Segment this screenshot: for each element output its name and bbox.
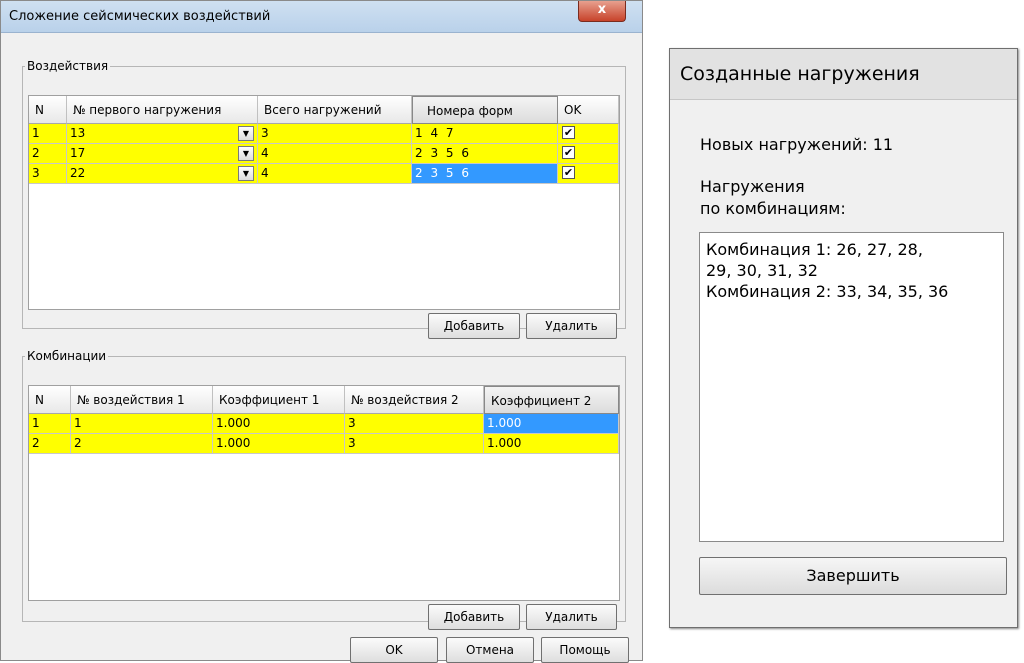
cell-first-load[interactable]: 22 ▼ xyxy=(67,164,258,183)
cell-first-load[interactable]: 13 ▼ xyxy=(67,124,258,143)
cell-n: 3 xyxy=(29,164,67,183)
impacts-row[interactable]: 2 17 ▼ 4 2 3 5 6 ✔ xyxy=(29,144,619,164)
comb-header-n[interactable]: N xyxy=(29,386,71,414)
combinations-row[interactable]: 1 1 1.000 3 1.000 xyxy=(29,414,619,434)
first-load-value: 17 xyxy=(70,146,86,160)
help-button[interactable]: Помощь xyxy=(541,637,629,663)
cell-coef2-selected[interactable]: 1.000 xyxy=(484,414,619,433)
comb-header-impact2[interactable]: № воздействия 2 xyxy=(345,386,484,414)
ok-checkbox[interactable]: ✔ xyxy=(562,166,575,179)
impacts-table: N № первого нагружения Всего нагружений … xyxy=(28,95,620,310)
cell-n: 1 xyxy=(29,414,71,433)
combinations-delete-button[interactable]: Удалить xyxy=(526,604,617,630)
cell-coef2[interactable]: 1.000 xyxy=(484,434,619,453)
cell-form-numbers[interactable]: 1 4 7 xyxy=(412,124,558,143)
cell-ok[interactable]: ✔ xyxy=(558,164,619,183)
impacts-header-first-load[interactable]: № первого нагружения xyxy=(67,96,258,124)
dropdown-arrow-icon[interactable]: ▼ xyxy=(238,146,254,161)
combinations-group: Комбинации N № воздействия 1 Коэффициент… xyxy=(22,349,626,630)
cell-n: 2 xyxy=(29,144,67,163)
impacts-legend: Воздействия xyxy=(27,59,109,73)
impacts-add-button[interactable]: Добавить xyxy=(428,313,520,339)
loads-list-line: Комбинация 2: 33, 34, 35, 36 xyxy=(706,282,949,301)
cell-form-numbers[interactable]: 2 3 5 6 xyxy=(412,144,558,163)
cell-total-loads[interactable]: 3 xyxy=(258,124,412,143)
ok-checkbox[interactable]: ✔ xyxy=(562,146,575,159)
comb-header-coef1[interactable]: Коэффициент 1 xyxy=(213,386,345,414)
impacts-row[interactable]: 3 22 ▼ 4 2 3 5 6 ✔ xyxy=(29,164,619,184)
ok-button[interactable]: OK xyxy=(350,637,438,663)
cell-total-loads[interactable]: 4 xyxy=(258,144,412,163)
comb-header-impact1[interactable]: № воздействия 1 xyxy=(71,386,213,414)
cell-n: 2 xyxy=(29,434,71,453)
cell-impact1[interactable]: 2 xyxy=(71,434,213,453)
impacts-header-form-numbers[interactable]: Номера форм xyxy=(412,96,558,124)
loads-by-comb-label-1: Нагружения xyxy=(700,177,805,196)
seismic-combination-dialog: Сложение сейсмических воздействий x Возд… xyxy=(0,0,643,663)
cell-coef1[interactable]: 1.000 xyxy=(213,414,345,433)
impacts-header-n[interactable]: N xyxy=(29,96,67,124)
impacts-header-ok[interactable]: OK xyxy=(558,96,619,124)
combinations-table: N № воздействия 1 Коэффициент 1 № воздей… xyxy=(28,385,620,601)
loads-list-textbox[interactable]: Комбинация 1: 26, 27, 28, 29, 30, 31, 32… xyxy=(699,232,1004,542)
cell-impact2[interactable]: 3 xyxy=(345,414,484,433)
finish-button[interactable]: Завершить xyxy=(699,557,1007,595)
dropdown-arrow-icon[interactable]: ▼ xyxy=(238,126,254,141)
cell-first-load[interactable]: 17 ▼ xyxy=(67,144,258,163)
close-button[interactable]: x xyxy=(578,1,626,22)
cell-ok[interactable]: ✔ xyxy=(558,144,619,163)
combinations-row[interactable]: 2 2 1.000 3 1.000 xyxy=(29,434,619,454)
dialog-title: Сложение сейсмических воздействий xyxy=(9,9,271,24)
first-load-value: 22 xyxy=(70,166,86,180)
cell-total-loads[interactable]: 4 xyxy=(258,164,412,183)
loads-list-line: Комбинация 1: 26, 27, 28, xyxy=(706,240,923,259)
combinations-legend: Комбинации xyxy=(27,349,107,363)
impacts-delete-button[interactable]: Удалить xyxy=(526,313,617,339)
cell-ok[interactable]: ✔ xyxy=(558,124,619,143)
first-load-value: 13 xyxy=(70,126,86,140)
loads-by-comb-label-2: по комбинациям: xyxy=(700,199,846,218)
ok-checkbox[interactable]: ✔ xyxy=(562,126,575,139)
created-titlebar: Созданные нагружения xyxy=(670,49,1017,100)
cell-impact2[interactable]: 3 xyxy=(345,434,484,453)
cell-n: 1 xyxy=(29,124,67,143)
cell-form-numbers-selected[interactable]: 2 3 5 6 xyxy=(412,164,558,183)
cell-coef1[interactable]: 1.000 xyxy=(213,434,345,453)
combinations-add-button[interactable]: Добавить xyxy=(428,604,520,630)
impacts-group: Воздействия N № первого нагружения Всего… xyxy=(22,59,626,339)
created-title: Созданные нагружения xyxy=(680,63,920,85)
created-loads-dialog: Созданные нагружения Новых нагружений: 1… xyxy=(669,48,1018,628)
cell-impact1[interactable]: 1 xyxy=(71,414,213,433)
comb-header-coef2[interactable]: Коэффициент 2 xyxy=(484,386,619,414)
dialog-titlebar: Сложение сейсмических воздействий x xyxy=(1,1,642,33)
impacts-header-total-loads[interactable]: Всего нагружений xyxy=(258,96,412,124)
dropdown-arrow-icon[interactable]: ▼ xyxy=(238,166,254,181)
cancel-button[interactable]: Отмена xyxy=(446,637,534,663)
loads-list-line: 29, 30, 31, 32 xyxy=(706,261,818,280)
new-loads-count: Новых нагружений: 11 xyxy=(700,135,894,154)
impacts-row[interactable]: 1 13 ▼ 3 1 4 7 ✔ xyxy=(29,124,619,144)
